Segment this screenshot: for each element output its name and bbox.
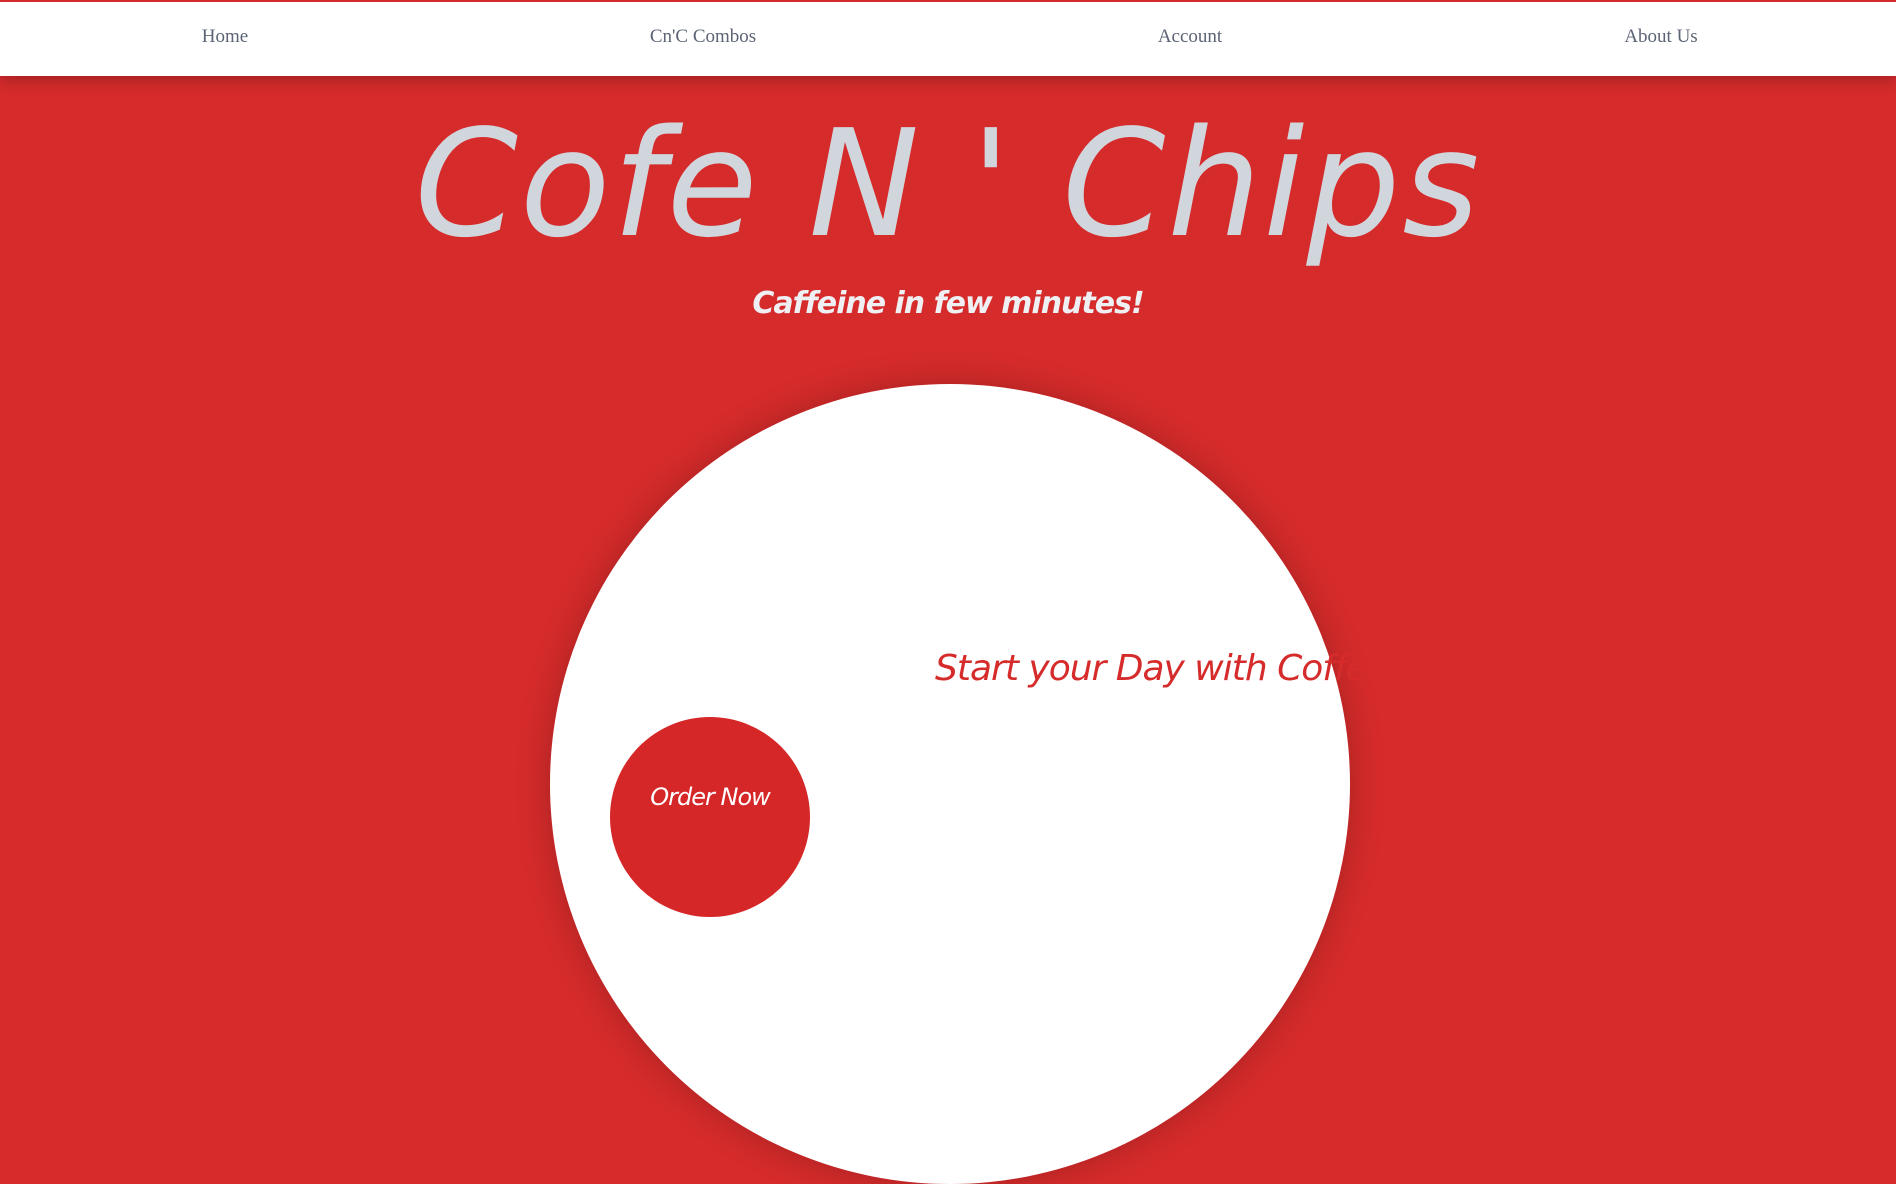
top-navbar: Home Cn'C Combos Account About Us (0, 0, 1896, 76)
nav-home-link[interactable]: Home (202, 26, 248, 48)
nav-combos-link[interactable]: Cn'C Combos (650, 26, 756, 48)
order-now-button[interactable]: Order Now (610, 717, 810, 917)
brand-title: Cofe N ' Chips (414, 98, 1482, 270)
nav-account-link[interactable]: Account (1158, 26, 1222, 48)
nav-about-link[interactable]: About Us (1624, 26, 1697, 48)
brand-subtitle: Caffeine in few minutes! (752, 286, 1144, 321)
hero-tagline: Start your Day with Coffee (935, 648, 1389, 689)
